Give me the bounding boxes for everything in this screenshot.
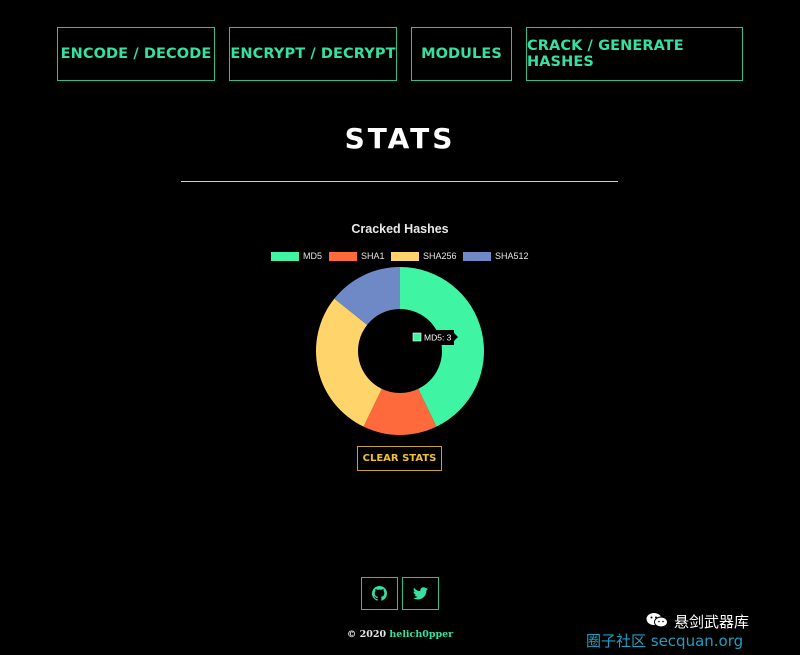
chart-legend: MD5 SHA1 SHA256 SHA512 (0, 250, 800, 264)
watermark-subtitle: 圈子社区 secquan.org (586, 632, 744, 650)
footer-copyright: © 2020 (346, 629, 387, 640)
github-button[interactable] (361, 577, 398, 610)
legend-label: SHA1 (361, 251, 385, 261)
donut-slices (316, 267, 484, 435)
nav-encrypt-decrypt-button[interactable]: ENCRYPT / DECRYPT (229, 27, 397, 81)
hashes-donut-chart[interactable]: MD5: 3 (313, 264, 487, 438)
tooltip-text: MD5: 3 (424, 333, 452, 343)
legend-item-md5[interactable]: MD5 (271, 250, 322, 262)
nav-crack-generate-hashes-button[interactable]: CRACK / GENERATE HASHES (526, 27, 743, 81)
page-title: STATS (344, 122, 456, 155)
watermark-title: 悬剑武器库 (674, 613, 750, 631)
wechat-icon (646, 613, 668, 628)
legend-swatch (463, 251, 491, 261)
chart-title: Cracked Hashes (351, 222, 449, 236)
legend-label: SHA512 (495, 251, 529, 261)
tooltip-swatch (412, 332, 422, 342)
twitter-button[interactable] (402, 577, 439, 610)
chart-tooltip: MD5: 3 (410, 330, 458, 345)
github-icon (372, 586, 387, 601)
watermark: 悬剑武器库 圈子社区 secquan.org (586, 611, 798, 650)
legend-label: MD5 (303, 251, 323, 261)
twitter-icon (413, 587, 428, 600)
legend-item-sha512[interactable]: SHA512 (463, 250, 529, 262)
footer-author-link[interactable]: helich0pper (389, 629, 453, 640)
legend-swatch (391, 251, 419, 261)
title-divider (181, 181, 618, 182)
nav-modules-button[interactable]: MODULES (411, 27, 512, 81)
legend-swatch (329, 251, 357, 261)
top-nav: ENCODE / DECODE ENCRYPT / DECRYPT MODULE… (0, 27, 800, 83)
nav-encode-decode-button[interactable]: ENCODE / DECODE (57, 27, 215, 81)
legend-swatch (271, 251, 299, 261)
legend-item-sha1[interactable]: SHA1 (329, 250, 385, 262)
clear-stats-button[interactable]: CLEAR STATS (357, 446, 442, 471)
legend-label: SHA256 (423, 251, 457, 261)
legend-item-sha256[interactable]: SHA256 (391, 250, 457, 262)
